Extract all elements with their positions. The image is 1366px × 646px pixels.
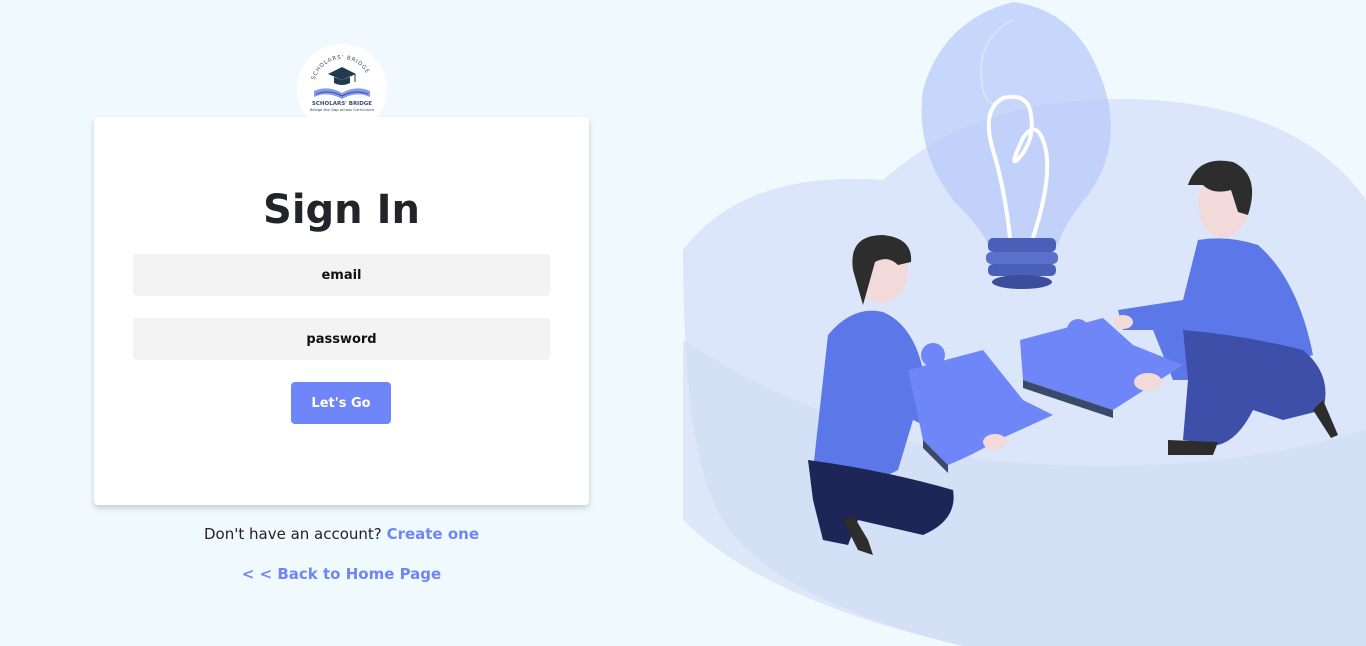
teamwork-illustration [683,0,1366,646]
submit-button[interactable]: Let's Go [291,382,391,424]
scholars-bridge-logo[interactable]: SCHOLARS' BRIDGE SCHOLARS' BRIDGE Bridge… [297,44,387,134]
teamwork-puzzle-lightbulb-icon [683,2,1366,646]
back-home-link[interactable]: < < Back to Home Page [242,565,441,583]
graduation-cap-book-icon: SCHOLARS' BRIDGE SCHOLARS' BRIDGE Bridge… [310,55,374,112]
back-home-row: < < Back to Home Page [0,565,683,583]
password-field[interactable] [133,318,550,360]
no-account-text: Don't have an account? [204,525,382,543]
create-account-link[interactable]: Create one [387,525,479,543]
signup-prompt: Don't have an account? Create one [0,525,683,543]
login-panel: SCHOLARS' BRIDGE SCHOLARS' BRIDGE Bridge… [0,0,683,646]
page-title: Sign In [263,187,420,233]
sign-in-card: Sign In Let's Go [94,117,589,505]
logo-tagline: Bridge the Gap across Curriculum [310,107,374,112]
email-field[interactable] [133,254,550,296]
